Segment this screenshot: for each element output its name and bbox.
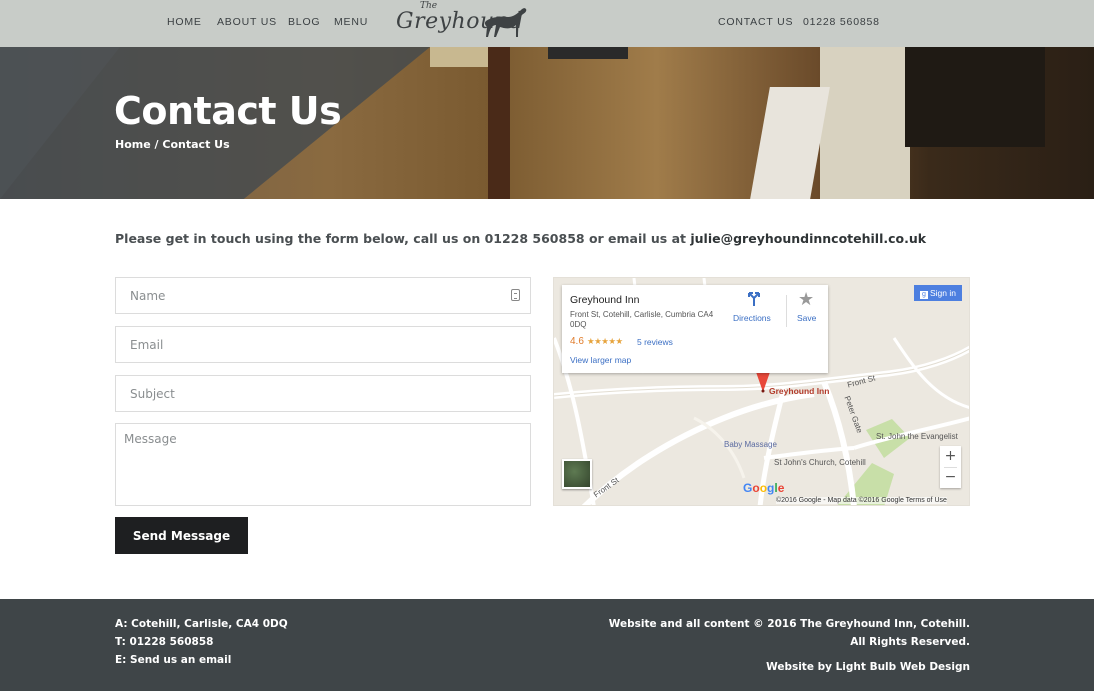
- nav-phone[interactable]: 01228 560858: [803, 16, 880, 28]
- zoom-in-button[interactable]: +: [940, 446, 961, 467]
- footer-phone: T: 01228 560858: [115, 636, 214, 648]
- email-input[interactable]: [116, 327, 530, 362]
- breadcrumb: Home / Contact Us: [115, 138, 230, 151]
- hero-bg-frame: [548, 47, 628, 59]
- hero-bg-window: [430, 47, 490, 67]
- intro-email-link[interactable]: julie@greyhoundinncotehill.co.uk: [690, 231, 926, 246]
- footer-email-link[interactable]: E: Send us an email: [115, 654, 231, 666]
- hero-bg-menu-card: [750, 87, 830, 199]
- save-link[interactable]: Save: [797, 313, 816, 323]
- nav-blog[interactable]: BLOG: [288, 16, 320, 28]
- place-name: Greyhound Inn: [570, 294, 640, 306]
- directions-link[interactable]: Directions: [733, 313, 771, 323]
- place-rating: 4.6: [570, 336, 584, 347]
- google-logo: Google: [743, 481, 785, 495]
- reviews-link[interactable]: 5 reviews: [637, 337, 673, 347]
- nav-home[interactable]: HOME: [167, 16, 202, 28]
- google-plus-icon: g: [920, 291, 928, 299]
- hero-bg-blackboard: [905, 47, 1045, 147]
- name-input[interactable]: [116, 278, 530, 313]
- email-field[interactable]: [115, 326, 531, 363]
- contact-card-icon: [511, 289, 520, 301]
- map-pin-label: Greyhound Inn: [769, 386, 830, 396]
- footer-rights: All Rights Reserved.: [850, 636, 970, 648]
- breadcrumb-current: Contact Us: [162, 138, 230, 151]
- hero-bg-post: [488, 47, 510, 199]
- intro-text: Please get in touch using the form below…: [115, 231, 691, 246]
- sign-in-label: Sign in: [930, 288, 956, 298]
- greyhound-dog-icon: [484, 8, 527, 37]
- footer-copyright: Website and all content © 2016 The Greyh…: [608, 618, 970, 630]
- info-divider: [786, 295, 787, 327]
- site-footer: A: Cotehill, Carlisle, CA4 0DQ T: 01228 …: [0, 599, 1094, 691]
- top-nav: HOME ABOUT US BLOG MENU The Greyhound CO…: [0, 0, 1094, 47]
- map-attribution[interactable]: ©2016 Google - Map data ©2016 Google Ter…: [776, 497, 947, 504]
- nav-about-us[interactable]: ABOUT US: [217, 16, 277, 28]
- breadcrumb-separator: /: [154, 138, 159, 151]
- contact-intro: Please get in touch using the form below…: [115, 231, 926, 246]
- nav-menu[interactable]: MENU: [334, 16, 368, 28]
- nav-contact-us[interactable]: CONTACT US: [718, 16, 793, 28]
- subject-input[interactable]: [116, 376, 530, 411]
- map-label-baby-massage: Baby Massage: [724, 440, 777, 449]
- directions-icon[interactable]: [746, 291, 762, 307]
- sign-in-button[interactable]: g Sign in: [914, 285, 962, 301]
- send-message-button[interactable]: Send Message: [115, 517, 248, 554]
- place-address: Front St, Cotehill, Carlisle, Cumbria CA…: [570, 310, 714, 329]
- zoom-separator: [944, 467, 957, 468]
- footer-address: A: Cotehill, Carlisle, CA4 0DQ: [115, 618, 288, 630]
- satellite-toggle[interactable]: [562, 459, 592, 489]
- hero-bg-light: [820, 47, 910, 199]
- google-map[interactable]: Greyhound Inn Front St, Cotehill, Carlis…: [553, 277, 970, 506]
- page-title: Contact Us: [114, 89, 342, 133]
- subject-field[interactable]: [115, 375, 531, 412]
- message-field[interactable]: [115, 423, 531, 506]
- hero-banner: Contact Us Home / Contact Us: [0, 47, 1094, 199]
- message-textarea[interactable]: [116, 424, 530, 505]
- map-label-st-johns-church: St John's Church, Cotehill: [774, 458, 866, 467]
- map-label-st-john-evangelist: St. John the Evangelist: [876, 432, 958, 441]
- greyhound-logo[interactable]: The Greyhound: [396, 1, 532, 43]
- view-larger-map-link[interactable]: View larger map: [570, 355, 631, 365]
- name-field[interactable]: [115, 277, 531, 314]
- zoom-out-button[interactable]: −: [940, 467, 961, 488]
- breadcrumb-home[interactable]: Home: [115, 138, 151, 151]
- zoom-controls: + −: [940, 446, 961, 488]
- place-info-card: Greyhound Inn Front St, Cotehill, Carlis…: [562, 285, 828, 373]
- rating-stars-icon: ★★★★★: [587, 336, 623, 346]
- footer-credit-link[interactable]: Website by Light Bulb Web Design: [766, 661, 970, 673]
- star-icon[interactable]: ★: [798, 289, 814, 310]
